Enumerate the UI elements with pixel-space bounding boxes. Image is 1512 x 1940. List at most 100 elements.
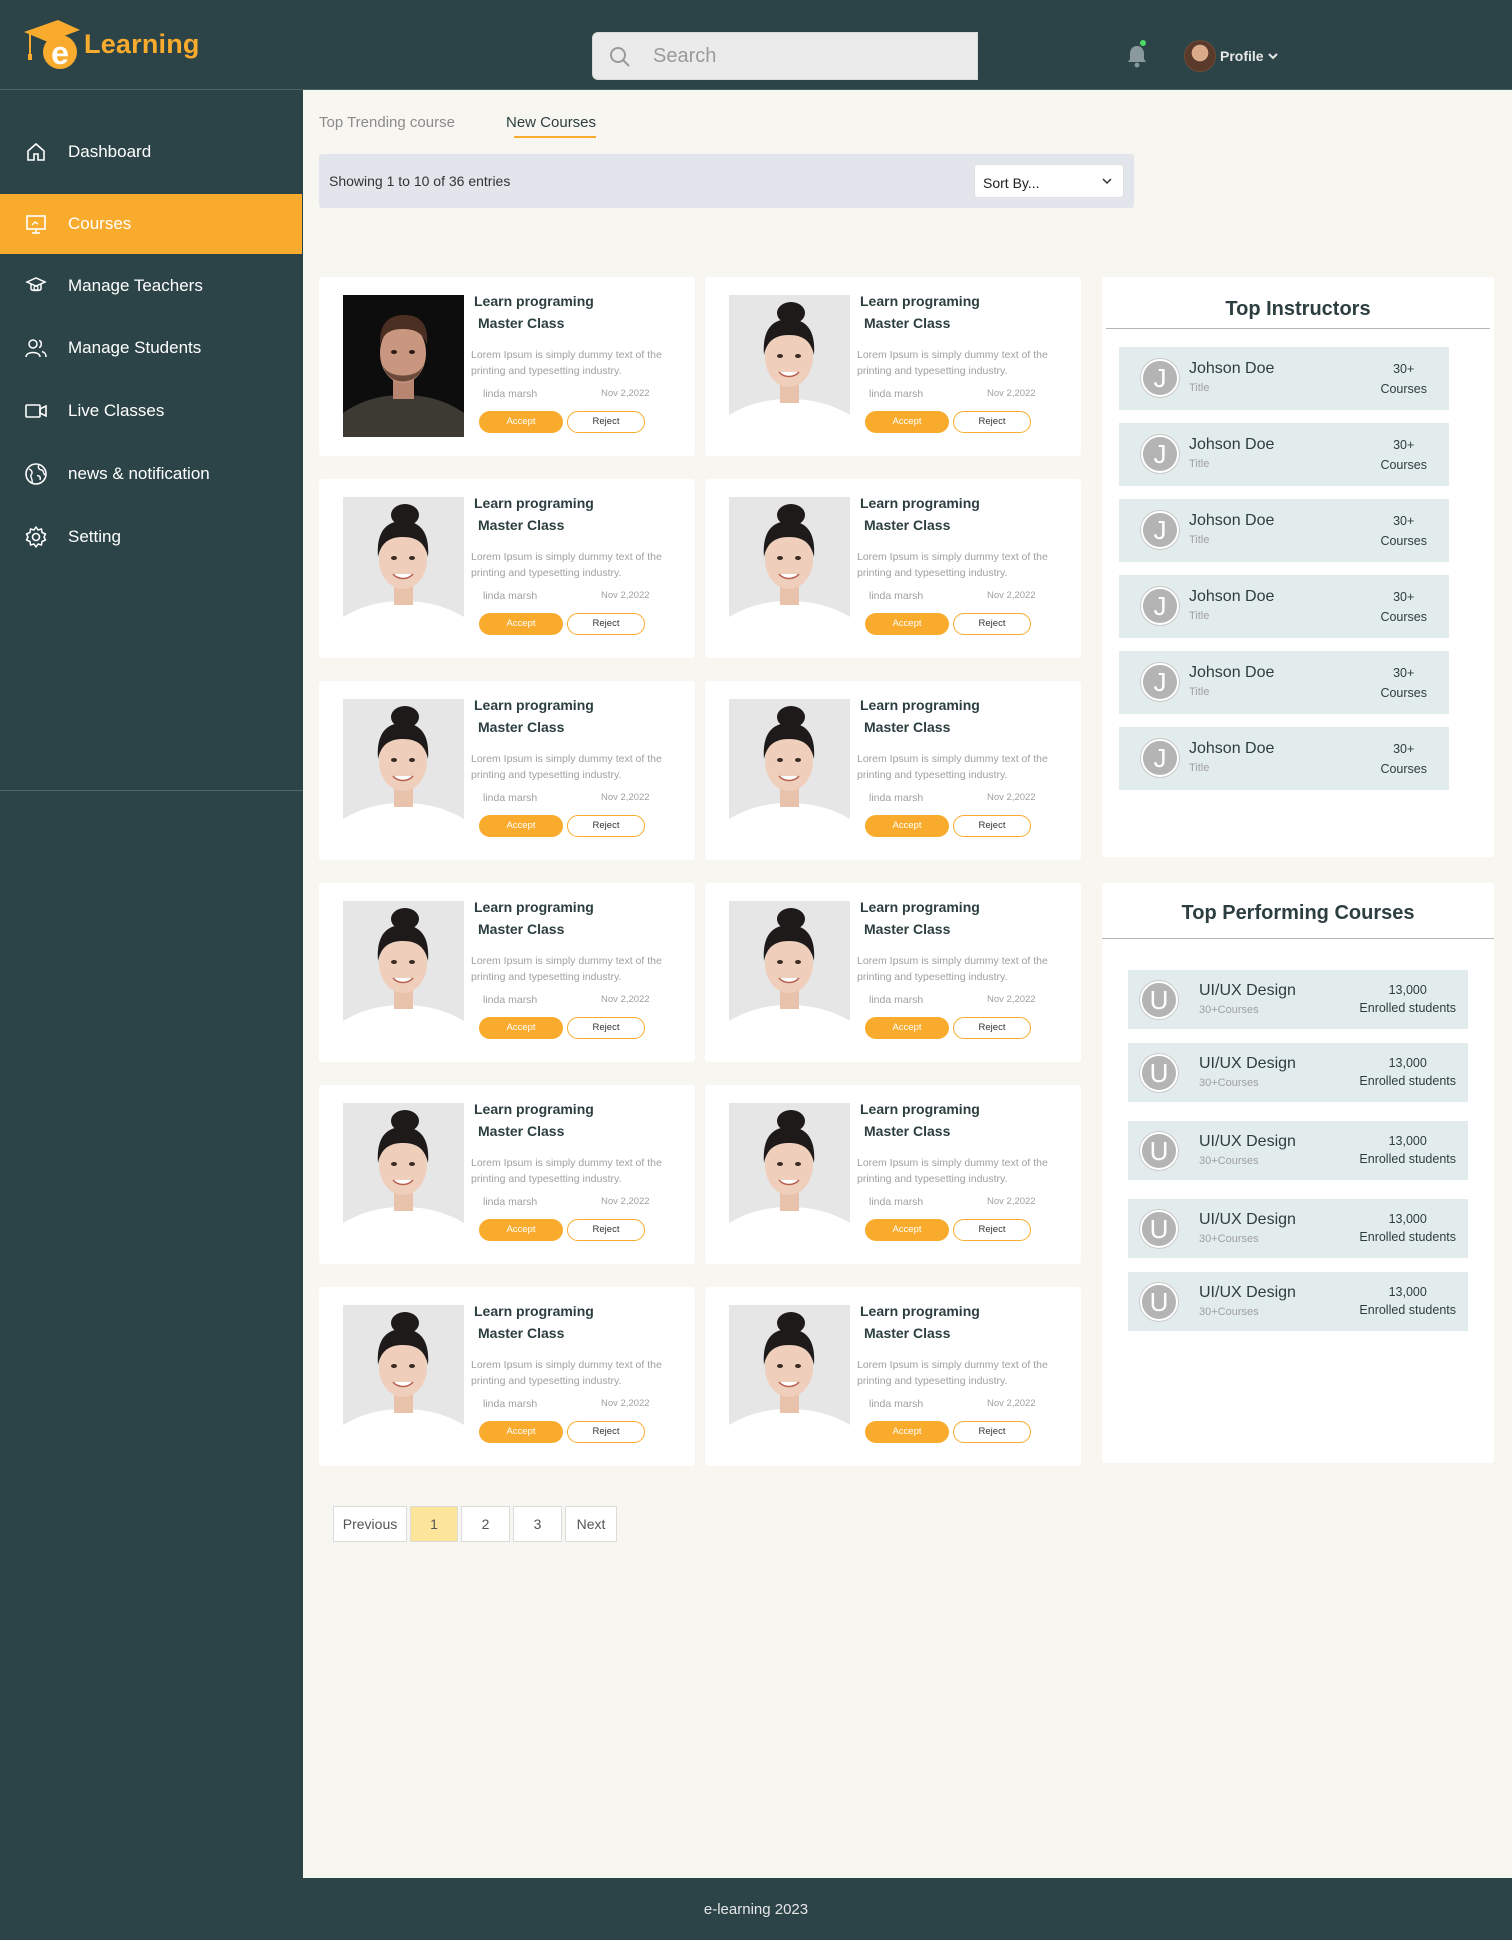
sidebar-item-live-classes[interactable]: Live Classes: [0, 381, 302, 441]
top-course-row[interactable]: U UI/UX Design 30+Courses 13,000 Enrolle…: [1128, 970, 1468, 1029]
reject-button[interactable]: Reject: [953, 613, 1031, 635]
pagination-previous[interactable]: Previous: [333, 1506, 407, 1542]
instructor-row[interactable]: J Johson Doe Title 30+ Courses: [1119, 499, 1449, 562]
course-description: Lorem Ipsum is simply dummy text of the …: [857, 349, 1048, 377]
top-courses-panel: Top Performing Courses U UI/UX Design 30…: [1102, 883, 1494, 1463]
reject-button[interactable]: Reject: [953, 815, 1031, 837]
course-date: Nov 2,2022: [987, 1196, 1036, 1207]
search-icon[interactable]: [609, 46, 631, 68]
course-card[interactable]: Learn programing Master Class Lorem Ipsu…: [319, 479, 695, 658]
reject-button[interactable]: Reject: [953, 1421, 1031, 1443]
count-label: Enrolled students: [1359, 1074, 1456, 1088]
accept-button[interactable]: Accept: [865, 1219, 949, 1241]
course-card[interactable]: Learn programing Master Class Lorem Ipsu…: [705, 883, 1081, 1062]
course-title-line2: Master Class: [864, 921, 951, 937]
reject-button[interactable]: Reject: [567, 613, 645, 635]
pagination-page-3[interactable]: 3: [513, 1506, 562, 1542]
accept-button[interactable]: Accept: [865, 815, 949, 837]
reject-button[interactable]: Reject: [567, 815, 645, 837]
search-input[interactable]: [653, 33, 963, 79]
course-card[interactable]: Learn programing Master Class Lorem Ipsu…: [705, 277, 1081, 456]
count-value: 13,000: [1388, 1285, 1427, 1299]
course-card[interactable]: Learn programing Master Class Lorem Ipsu…: [705, 681, 1081, 860]
enrolled-count: 13,000 Enrolled students: [1359, 1210, 1456, 1246]
course-author: linda marsh: [869, 792, 924, 804]
accept-button[interactable]: Accept: [479, 1017, 563, 1039]
course-card[interactable]: Learn programing Master Class Lorem Ipsu…: [319, 681, 695, 860]
sidebar-divider: [0, 790, 303, 791]
accept-button[interactable]: Accept: [479, 1219, 563, 1241]
instructor-row[interactable]: J Johson Doe Title 30+ Courses: [1119, 575, 1449, 638]
accept-button[interactable]: Accept: [865, 1421, 949, 1443]
instructor-row[interactable]: J Johson Doe Title 30+ Courses: [1119, 727, 1449, 790]
chevron-down-icon: [1267, 53, 1278, 60]
home-icon: [27, 142, 45, 161]
course-card[interactable]: Learn programing Master Class Lorem Ipsu…: [705, 1085, 1081, 1264]
accept-button[interactable]: Accept: [479, 411, 563, 433]
bell-icon[interactable]: [1126, 44, 1148, 68]
top-course-row[interactable]: U UI/UX Design 30+Courses 13,000 Enrolle…: [1128, 1199, 1468, 1258]
accept-button[interactable]: Accept: [479, 613, 563, 635]
accept-button[interactable]: Accept: [865, 613, 949, 635]
instructor-name: Johson Doe: [1189, 512, 1275, 529]
accept-button[interactable]: Accept: [479, 1421, 563, 1443]
app-logo[interactable]: e Learning: [18, 14, 200, 74]
avatar: U: [1140, 1210, 1178, 1248]
sidebar-item-courses[interactable]: Courses: [0, 194, 302, 254]
course-card[interactable]: Learn programing Master Class Lorem Ipsu…: [319, 883, 695, 1062]
accept-button[interactable]: Accept: [479, 815, 563, 837]
reject-button[interactable]: Reject: [567, 1017, 645, 1039]
count-label: Courses: [1380, 382, 1427, 396]
course-thumbnail: [343, 1103, 464, 1245]
course-card[interactable]: Learn programing Master Class Lorem Ipsu…: [705, 1287, 1081, 1466]
course-card[interactable]: Learn programing Master Class Lorem Ipsu…: [319, 1085, 695, 1264]
notification-dot: [1140, 40, 1146, 46]
sort-select[interactable]: Sort By...: [974, 164, 1124, 198]
reject-button[interactable]: Reject: [567, 1421, 645, 1443]
sidebar-item-manage-teachers[interactable]: Manage Teachers: [0, 256, 302, 316]
reject-button[interactable]: Reject: [953, 1017, 1031, 1039]
profile-menu[interactable]: Profile: [1184, 40, 1279, 72]
reject-button[interactable]: Reject: [567, 1219, 645, 1241]
tab-top-trending[interactable]: Top Trending course: [319, 114, 455, 131]
course-title-line1: Learn programing: [860, 1303, 980, 1319]
pagination-page-2[interactable]: 2: [461, 1506, 510, 1542]
top-course-row[interactable]: U UI/UX Design 30+Courses 13,000 Enrolle…: [1128, 1272, 1468, 1331]
course-description: Lorem Ipsum is simply dummy text of the …: [471, 349, 662, 377]
count-value: 13,000: [1388, 1056, 1427, 1070]
course-date: Nov 2,2022: [987, 388, 1036, 399]
course-sub: 30+Courses: [1199, 1155, 1259, 1167]
sidebar-item-dashboard[interactable]: Dashboard: [0, 122, 302, 182]
instructor-name: Johson Doe: [1189, 436, 1275, 453]
reject-button[interactable]: Reject: [953, 411, 1031, 433]
accept-button[interactable]: Accept: [865, 1017, 949, 1039]
count-label: Courses: [1380, 610, 1427, 624]
sidebar-item-manage-students[interactable]: Manage Students: [0, 318, 302, 378]
sidebar-item-label: Manage Students: [68, 338, 202, 357]
course-name: UI/UX Design: [1199, 982, 1296, 999]
top-course-row[interactable]: U UI/UX Design 30+Courses 13,000 Enrolle…: [1128, 1043, 1468, 1102]
pagination-page-1[interactable]: 1: [410, 1506, 458, 1542]
sidebar-item-news-notification[interactable]: news & notification: [0, 444, 302, 504]
top-instructors-panel: Top Instructors J Johson Doe Title 30+ C…: [1102, 277, 1494, 857]
course-card[interactable]: Learn programing Master Class Lorem Ipsu…: [705, 479, 1081, 658]
reject-button[interactable]: Reject: [567, 411, 645, 433]
course-card[interactable]: Learn programing Master Class Lorem Ipsu…: [319, 277, 695, 456]
accept-button[interactable]: Accept: [865, 411, 949, 433]
pagination-next[interactable]: Next: [565, 1506, 617, 1542]
course-thumbnail: [729, 699, 850, 841]
course-date: Nov 2,2022: [601, 1196, 650, 1207]
count-value: 30+: [1393, 742, 1415, 756]
reject-button[interactable]: Reject: [953, 1219, 1031, 1241]
instructor-row[interactable]: J Johson Doe Title 30+ Courses: [1119, 651, 1449, 714]
instructor-title: Title: [1189, 610, 1210, 622]
sidebar-item-setting[interactable]: Setting: [0, 507, 302, 567]
course-card[interactable]: Learn programing Master Class Lorem Ipsu…: [319, 1287, 695, 1466]
count-label: Courses: [1380, 762, 1427, 776]
top-course-row[interactable]: U UI/UX Design 30+Courses 13,000 Enrolle…: [1128, 1121, 1468, 1180]
instructor-row[interactable]: J Johson Doe Title 30+ Courses: [1119, 347, 1449, 410]
tab-new-courses[interactable]: New Courses: [506, 114, 596, 131]
top-header: e Learning Profile: [0, 0, 1512, 90]
avatar: U: [1140, 1283, 1178, 1321]
instructor-row[interactable]: J Johson Doe Title 30+ Courses: [1119, 423, 1449, 486]
